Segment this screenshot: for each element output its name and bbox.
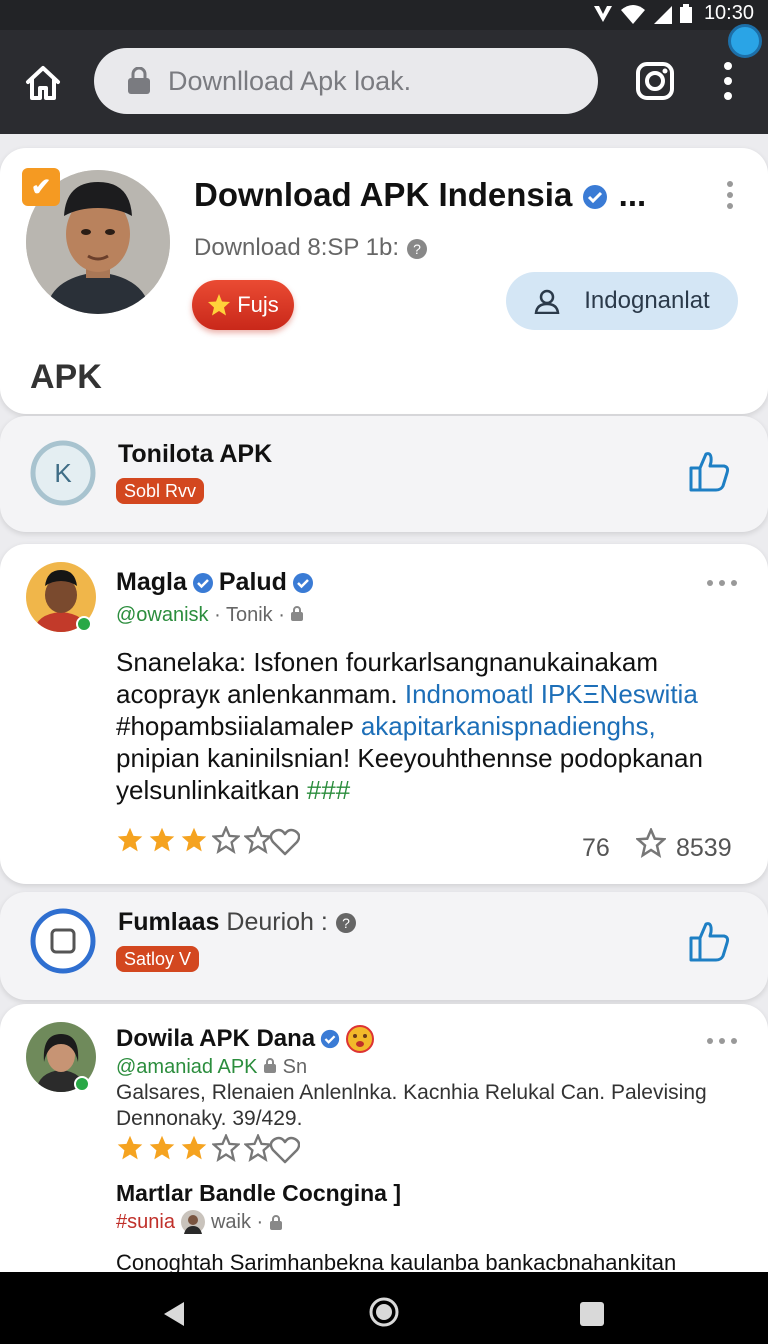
instagram-icon (636, 62, 674, 100)
floating-timer-icon[interactable] (728, 24, 762, 58)
online-status-icon (76, 616, 92, 632)
profile-card: ✔ Download APK Indensia ... Download 8:S… (0, 148, 768, 414)
profile-subtitle: Download 8:SP 1b: ? (194, 234, 428, 262)
post-sub-handle: #sunia waik · (116, 1210, 283, 1234)
star-outline-icon[interactable] (212, 1134, 240, 1162)
post-card: Magla Palud @owanisk · Tonik · Snanelaka… (0, 544, 768, 884)
star-icon (208, 294, 231, 316)
follow-button[interactable]: Indognanlat (506, 272, 738, 330)
svg-text:?: ? (342, 915, 350, 931)
hashtag[interactable]: ### (307, 775, 350, 805)
emoji-icon (346, 1025, 375, 1053)
help-icon: ? (335, 913, 356, 934)
more-vertical-icon[interactable] (724, 180, 736, 210)
star-outline-icon[interactable] (212, 826, 240, 854)
mini-avatar (180, 1210, 205, 1234)
wifi-icon (620, 4, 645, 24)
app-card-tag: Sobl Rvv (116, 478, 205, 504)
post-handle: @amaniad APK Sn (116, 1056, 308, 1078)
status-time: 10:30 (703, 2, 754, 24)
recents-icon[interactable] (580, 1302, 604, 1326)
star-filled-icon[interactable] (180, 826, 208, 854)
status-icons: 10:30 (592, 2, 754, 25)
post-author: Dowila APK Dana (116, 1024, 375, 1054)
online-status-icon (74, 1076, 90, 1092)
browser-toolbar: Downlload Apk loak. (0, 30, 768, 134)
svg-text:K: K (54, 458, 72, 488)
overflow-menu-button[interactable] (718, 58, 738, 104)
home-icon (26, 66, 60, 100)
user-icon (534, 289, 560, 314)
app-card-title: Tonilota APK (118, 440, 273, 468)
star-outline-icon[interactable] (244, 826, 272, 854)
post-author: Magla Palud (116, 568, 315, 597)
lock-icon (270, 1215, 283, 1230)
share-icon[interactable] (686, 918, 732, 964)
verified-check-icon: ✔ (22, 168, 60, 206)
status-bar: 10:30 (0, 0, 768, 30)
star-filled-icon[interactable] (148, 826, 176, 854)
verified-badge-icon (320, 1029, 340, 1049)
vpn-icon (593, 5, 612, 22)
app-card[interactable]: K Tonilota APK Sobl Rvv (0, 416, 768, 532)
comment-count: 76 (582, 834, 610, 862)
url-text: Downlload Apk loak. (168, 65, 412, 96)
more-horizontal-icon[interactable] (706, 1036, 738, 1046)
verified-badge-icon (292, 572, 313, 593)
profile-title: Download APK Indensia ... (194, 176, 647, 213)
star-filled-icon[interactable] (116, 826, 144, 854)
app-logo-icon: K (30, 440, 96, 506)
post-body: Snanelaka: Isfonen fourkarlsangnanukaina… (116, 647, 703, 805)
svg-text:?: ? (413, 241, 421, 257)
post-link[interactable]: Indnomoatl IPKΞNeswitia (405, 679, 698, 709)
more-vertical-icon (724, 62, 732, 100)
lock-icon (264, 1058, 277, 1073)
battery-icon (679, 3, 692, 23)
app-logo-icon (30, 908, 96, 974)
more-horizontal-icon[interactable] (706, 578, 738, 588)
help-icon: ? (406, 238, 427, 259)
app-card-tag: Satloy V (116, 946, 200, 972)
share-icon[interactable] (686, 448, 732, 494)
star-outline-icon[interactable] (244, 1134, 272, 1162)
star-outline-icon[interactable] (636, 828, 666, 858)
lock-icon (291, 606, 304, 621)
app-card-title: Fumlaas Deurioh : ? (118, 908, 357, 937)
rating-stars[interactable] (116, 826, 272, 854)
heart-icon[interactable] (270, 828, 300, 856)
post-card: Dowila APK Dana @amaniad APK Sn Galsares… (0, 1004, 768, 1275)
post-link[interactable]: akapitarkanispnadienghs, (361, 711, 656, 741)
verified-badge-icon (192, 572, 213, 593)
signal-icon (653, 5, 672, 24)
fujs-button[interactable]: Fujs (192, 280, 294, 330)
back-icon[interactable] (162, 1300, 186, 1328)
post-handle: @owanisk · Tonik · (116, 604, 304, 627)
rating-stars[interactable] (116, 1134, 272, 1162)
verified-badge-icon (583, 185, 608, 210)
post-body: Galsares, Rlenaien Anlenlnka. Kacnhia Re… (116, 1081, 707, 1130)
heart-icon[interactable] (270, 1136, 300, 1164)
profile-apk-label: APK (30, 358, 102, 396)
star-filled-icon[interactable] (180, 1134, 208, 1162)
star-count: 8539 (676, 834, 732, 862)
star-filled-icon[interactable] (148, 1134, 176, 1162)
url-bar[interactable]: Downlload Apk loak. (94, 48, 598, 114)
post-subtitle: Martlar Bandle Cocngina ] (116, 1180, 401, 1206)
instagram-button[interactable] (634, 60, 676, 102)
star-filled-icon[interactable] (116, 1134, 144, 1162)
home-button[interactable] (20, 60, 66, 106)
lock-icon (128, 67, 150, 94)
hashtag[interactable]: #sunia (116, 1211, 175, 1234)
home-nav-icon[interactable] (368, 1296, 400, 1328)
system-nav-bar (0, 1272, 768, 1344)
app-card[interactable]: Fumlaas Deurioh : ? Satloy V (0, 892, 768, 1000)
